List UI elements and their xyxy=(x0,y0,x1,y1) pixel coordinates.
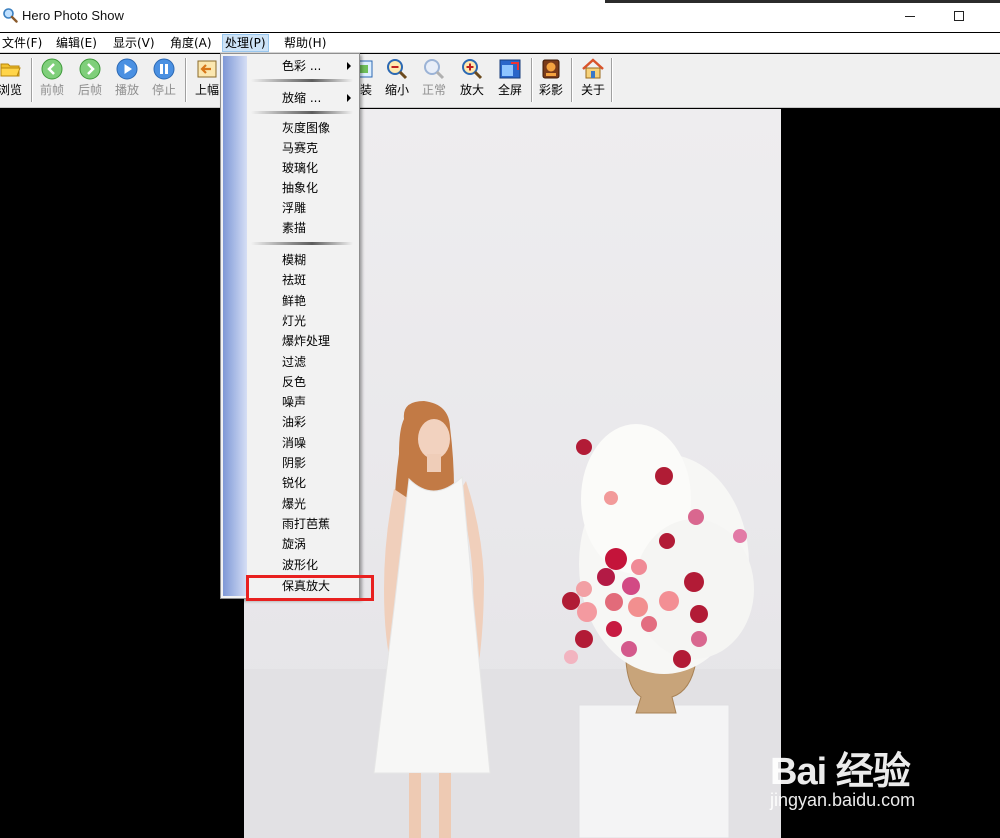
about-label: 关于 xyxy=(580,83,605,97)
submenu-arrow-icon xyxy=(347,94,351,102)
menu-item-label: 放缩 ... xyxy=(282,91,322,105)
home-icon xyxy=(582,58,604,79)
play-label: 播放 xyxy=(114,83,139,97)
previous-image-label: 上幅 xyxy=(194,83,219,97)
menu-item-grayscale[interactable]: 灰度图像 xyxy=(249,118,357,138)
folder-icon xyxy=(0,63,21,77)
menu-separator xyxy=(251,79,353,82)
menu-item-freckle-removal[interactable]: 祛斑 xyxy=(249,270,357,290)
title-bar: Hero Photo Show xyxy=(0,0,1000,32)
menu-item-explode[interactable]: 爆炸处理 xyxy=(249,331,357,351)
toolbar-separator xyxy=(185,58,187,102)
menu-item-wave[interactable]: 波形化 xyxy=(249,555,357,575)
toolbar-separator xyxy=(571,58,573,102)
toolbar-separator xyxy=(31,58,33,102)
play-icon xyxy=(116,58,138,80)
back-arrow-icon xyxy=(41,58,63,80)
browse-button[interactable]: 浏览 xyxy=(0,57,26,103)
image-canvas[interactable]: Bai 经验 jingyan.baidu.com xyxy=(0,109,1000,838)
previous-image-button[interactable]: 上幅 xyxy=(191,57,223,103)
menu-item-lighting[interactable]: 灯光 xyxy=(249,311,357,331)
zoom-out-button[interactable]: 缩小 xyxy=(381,57,413,103)
previous-frame-label: 前帧 xyxy=(39,83,64,97)
next-frame-button[interactable]: 后帧 xyxy=(74,57,106,103)
window-title: Hero Photo Show xyxy=(22,8,124,23)
zoom-out-label: 缩小 xyxy=(384,83,409,97)
zoom-normal-label: 正常 xyxy=(421,83,446,97)
menu-item-blur[interactable]: 模糊 xyxy=(249,250,357,270)
menu-item-color[interactable]: 色彩 ... xyxy=(249,56,357,76)
fullscreen-label: 全屏 xyxy=(497,83,522,97)
stop-button[interactable]: 停止 xyxy=(148,57,180,103)
menu-gutter xyxy=(223,56,247,596)
baidu-watermark: Bai 经验 jingyan.baidu.com xyxy=(770,730,990,820)
menu-item-glass[interactable]: 玻璃化 xyxy=(249,158,357,178)
menu-item-emboss[interactable]: 浮雕 xyxy=(249,198,357,218)
menu-item-sketch[interactable]: 素描 xyxy=(249,218,357,238)
zoom-normal-button[interactable]: 正常 xyxy=(418,57,450,103)
menu-item-resize[interactable]: 放缩 ... xyxy=(249,88,357,108)
forward-arrow-icon xyxy=(79,58,101,80)
menu-angle[interactable]: 角度(A) xyxy=(168,34,214,52)
play-button[interactable]: 播放 xyxy=(111,57,143,103)
menu-help[interactable]: 帮助(H) xyxy=(282,34,328,52)
zoom-out-icon xyxy=(387,59,408,80)
menu-item-vivid[interactable]: 鲜艳 xyxy=(249,291,357,311)
about-button[interactable]: 关于 xyxy=(577,57,609,103)
toolbar: 浏览 前帧 后帧 播放 停止 上幅 装 缩小 正常 放大 全屏 彩影 关于 xyxy=(0,54,1000,108)
menu-item-filter[interactable]: 过滤 xyxy=(249,352,357,372)
pause-icon xyxy=(153,58,175,80)
menu-item-sharpen[interactable]: 锐化 xyxy=(249,473,357,493)
stop-label: 停止 xyxy=(151,83,176,97)
menu-item-abstract[interactable]: 抽象化 xyxy=(249,178,357,198)
next-frame-label: 后帧 xyxy=(77,83,102,97)
menu-item-noise[interactable]: 噪声 xyxy=(249,392,357,412)
color-shadow-icon xyxy=(542,59,560,79)
menu-item-mosaic[interactable]: 马赛克 xyxy=(249,138,357,158)
zoom-in-label: 放大 xyxy=(459,83,484,97)
toolbar-separator xyxy=(531,58,533,102)
menu-item-swirl[interactable]: 旋涡 xyxy=(249,534,357,554)
process-dropdown-menu: 色彩 ... 放缩 ... 灰度图像 马赛克 玻璃化 抽象化 浮雕 素描 模糊 … xyxy=(220,53,360,599)
submenu-arrow-icon xyxy=(347,62,351,70)
magnifier-app-icon xyxy=(3,8,18,23)
browse-label: 浏览 xyxy=(0,83,22,97)
menu-item-exposure[interactable]: 爆光 xyxy=(249,494,357,514)
menu-view[interactable]: 显示(V) xyxy=(111,34,157,52)
toolbar-separator xyxy=(611,58,613,102)
previous-image-icon xyxy=(197,60,217,78)
watermark-url: jingyan.baidu.com xyxy=(770,790,916,810)
menu-item-label: 色彩 ... xyxy=(282,59,322,73)
zoom-in-icon xyxy=(462,59,483,80)
minimize-icon xyxy=(905,15,915,17)
fullscreen-icon xyxy=(499,59,521,79)
watermark-logo: Bai 经验 xyxy=(770,751,911,793)
menu-item-rain-on-banana[interactable]: 雨打芭蕉 xyxy=(249,514,357,534)
previous-frame-button[interactable]: 前帧 xyxy=(36,57,68,103)
menu-edit[interactable]: 编辑(E) xyxy=(54,34,99,52)
zoom-in-button[interactable]: 放大 xyxy=(456,57,488,103)
minimize-button[interactable] xyxy=(887,0,933,32)
menu-item-denoise[interactable]: 消噪 xyxy=(249,433,357,453)
color-shadow-button[interactable]: 彩影 xyxy=(535,57,567,103)
menu-separator xyxy=(251,111,353,114)
color-shadow-label: 彩影 xyxy=(538,83,563,97)
highlight-annotation-box xyxy=(246,575,374,601)
menu-item-invert[interactable]: 反色 xyxy=(249,372,357,392)
maximize-icon xyxy=(954,11,964,21)
menu-file[interactable]: 文件(F) xyxy=(0,34,44,52)
zoom-normal-icon xyxy=(424,59,445,80)
menu-process[interactable]: 处理(P) xyxy=(222,34,269,52)
menu-item-shadow[interactable]: 阴影 xyxy=(249,453,357,473)
maximize-button[interactable] xyxy=(936,0,982,32)
menu-bar: 文件(F) 编辑(E) 显示(V) 角度(A) 处理(P) 帮助(H) xyxy=(0,33,1000,53)
menu-item-oil-paint[interactable]: 油彩 xyxy=(249,412,357,432)
fullscreen-button[interactable]: 全屏 xyxy=(494,57,526,103)
menu-separator xyxy=(251,242,353,245)
